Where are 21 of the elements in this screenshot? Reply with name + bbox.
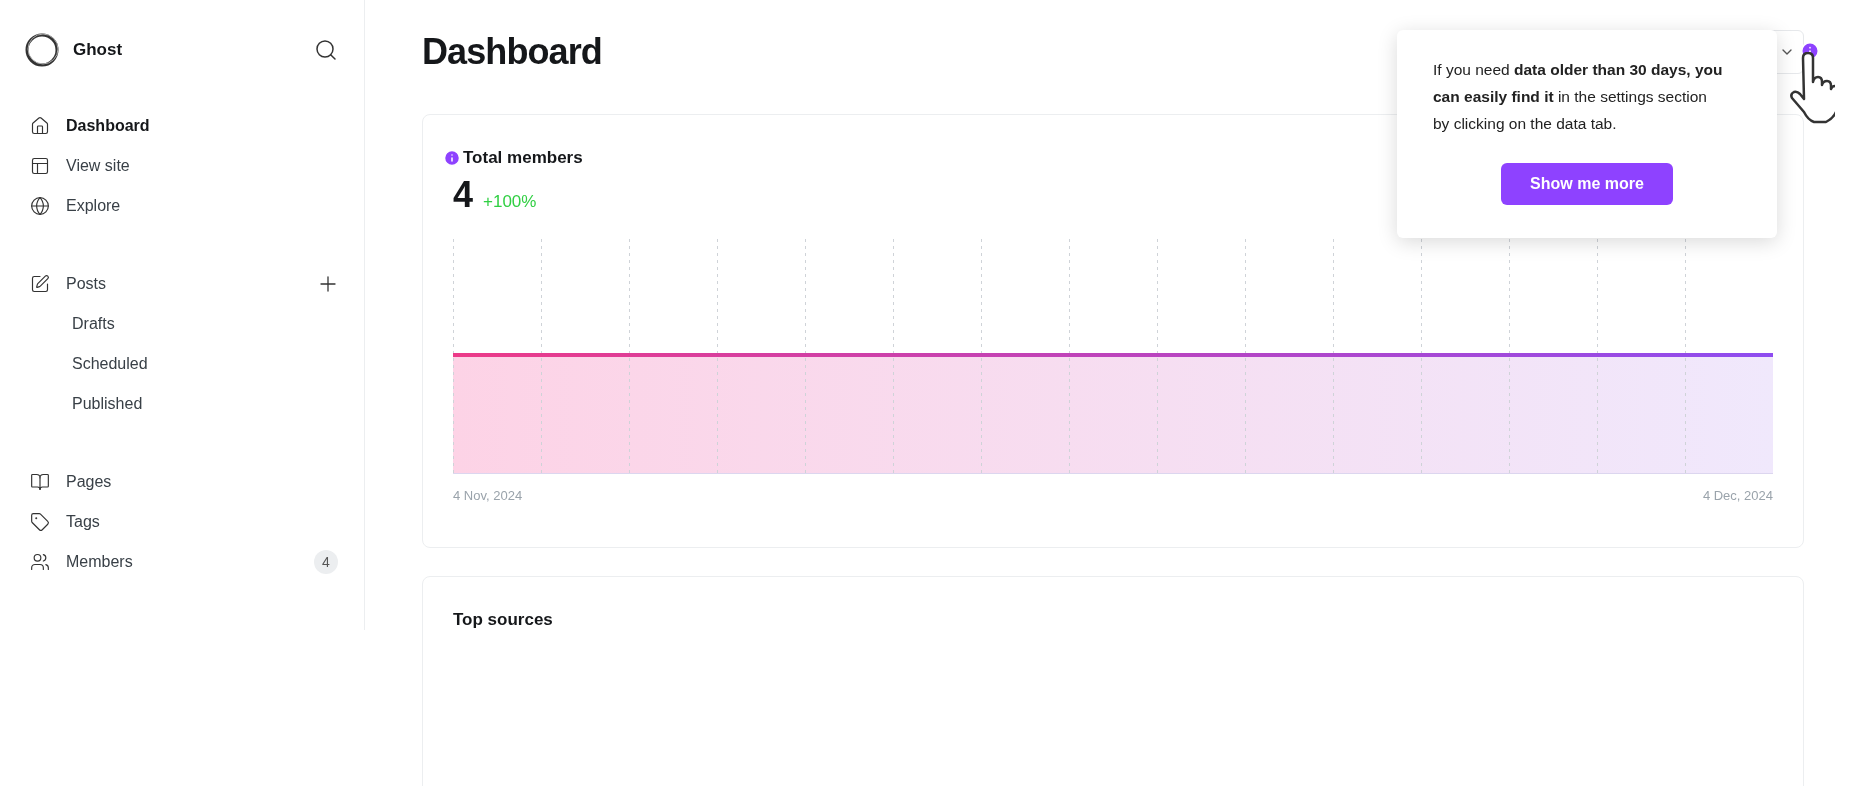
page-title: Dashboard bbox=[422, 30, 602, 74]
card-title: Total members bbox=[463, 147, 583, 169]
card-title: Top sources bbox=[453, 610, 553, 629]
sidebar-item[interactable]: Explore bbox=[66, 194, 121, 218]
sidebar-item[interactable]: View site bbox=[66, 154, 130, 178]
axis-label: 4 Dec, 2024 bbox=[1702, 486, 1773, 505]
site-name: Ghost bbox=[73, 39, 123, 62]
sidebar-subitem[interactable]: Published bbox=[72, 392, 143, 416]
sidebar-item[interactable]: Members bbox=[66, 550, 133, 574]
sidebar-item[interactable]: Dashboard bbox=[66, 114, 150, 138]
axis-label: 4 Nov, 2024 bbox=[453, 486, 523, 505]
show-more-button[interactable]: Show me more bbox=[1501, 163, 1673, 205]
metric-value: 4 bbox=[453, 172, 474, 217]
sidebar-item[interactable]: Posts bbox=[66, 272, 106, 296]
sidebar-item[interactable]: Tags bbox=[66, 510, 100, 534]
sidebar-item[interactable]: Pages bbox=[66, 470, 112, 494]
sidebar-subitem[interactable]: Scheduled bbox=[72, 352, 148, 376]
tooltip-text: If you need data older than 30 days, you can easily find it in the settings section by clicking on the data tab. bbox=[1433, 60, 1723, 134]
count-badge: 4 bbox=[314, 550, 338, 574]
sidebar-subitem[interactable]: Drafts bbox=[72, 312, 115, 336]
change-percent: +100% bbox=[483, 190, 537, 213]
